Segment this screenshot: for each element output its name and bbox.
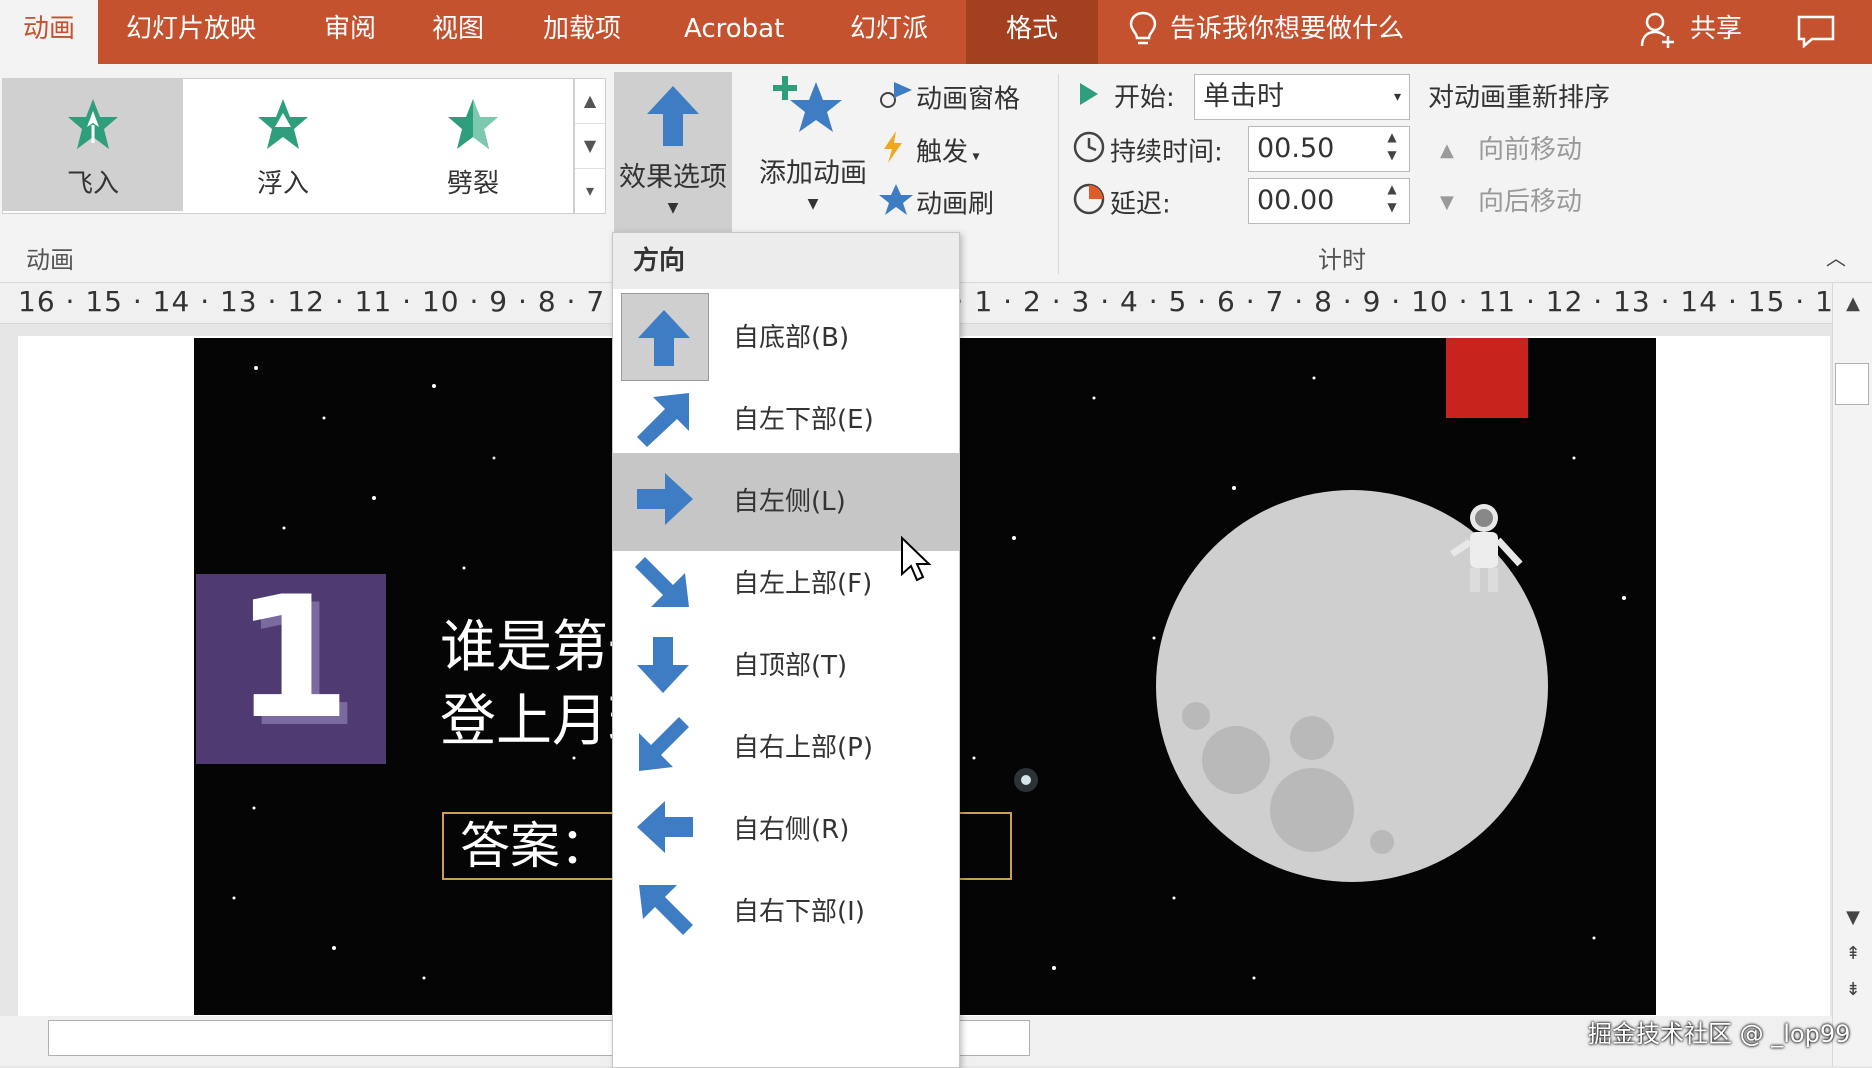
direction-menu: 方向 自底部(B) 自左下部(E) 自左侧(L) 自左上部(F) 自顶部(T) 自右上部(… [612,232,960,1068]
arrow-up-right-icon [621,375,709,463]
lightning-icon [878,130,916,176]
animation-gallery: 飞入 浮入 劈裂 [2,78,574,214]
arrow-down-icon [621,621,709,709]
move-earlier-button[interactable]: ▲ 向前移动 [1440,130,1582,170]
start-dropdown[interactable]: 单击时 ▾ [1194,74,1410,120]
direction-menu-header: 方向 [613,233,959,289]
person-add-icon [1640,12,1674,48]
duration-label: 持续时间: [1072,130,1223,170]
scroll-thumb[interactable] [1835,363,1869,405]
astronaut-illustration[interactable] [1448,502,1528,602]
clock-icon [1072,130,1110,176]
gallery-scroll-up[interactable]: ▲ [575,79,605,124]
add-star-icon [773,76,842,132]
add-animation-label: 添加动画 [759,158,867,189]
start-value: 单击时 [1203,81,1284,112]
chevron-down-icon: ▼ [807,196,819,212]
gallery-item-label: 浮入 [256,169,309,199]
arrow-up-left-icon [621,867,709,955]
trigger-label: 触发 [916,137,969,168]
direction-option-label: 自右下部(I) [733,897,865,927]
arrow-down-left-icon [621,703,709,791]
gallery-scroll: ▲ ▼ ▾ [574,78,606,214]
previous-slide-icon[interactable]: ⇞ [1833,943,1872,964]
group-label-animation: 动画 [26,246,74,274]
triangle-up-icon: ▲ [1440,139,1454,161]
duration-spinner[interactable]: ▲ ▼ [1382,128,1402,164]
arrow-left-icon [621,785,709,873]
ribbon-tab-bar: 动画 幻灯片放映 审阅 视图 加载项 Acrobat 幻灯派 格式 告诉我你想要… [0,0,1872,64]
scroll-up-icon[interactable]: ▲ [1833,293,1872,314]
chevron-down-icon: ▼ [667,200,679,216]
star-split-icon [448,99,498,149]
play-icon [1076,79,1114,119]
ribbon-separator [1058,74,1059,274]
gallery-item-label: 劈裂 [446,169,499,199]
slide-number-box[interactable]: 1 [196,560,386,764]
tab-animation[interactable]: 动画 [0,0,98,64]
reorder-title: 对动画重新排序 [1428,83,1611,113]
next-slide-icon[interactable]: ⇟ [1833,979,1872,1000]
slide-number: 1 [234,560,351,756]
mouse-cursor-icon [901,536,932,582]
tab-slideshow[interactable]: 幻灯片放映 [126,0,256,64]
scroll-down-icon[interactable]: ▼ [1833,907,1872,928]
add-animation-button[interactable]: 添加动画 ▼ [748,74,878,244]
arrow-right-icon [621,457,709,545]
gallery-scroll-down[interactable]: ▼ [575,124,605,169]
vertical-scrollbar[interactable]: ▲ ▼ ⇞ ⇟ [1832,283,1872,1066]
trigger-button[interactable]: 触发 ▾ [878,130,980,170]
animation-pane-button[interactable]: 动画窗格 [878,78,1020,118]
tab-review[interactable]: 审阅 [324,0,376,64]
star-float-in-icon [258,99,308,149]
answer-text: 答案： [460,817,610,875]
chevron-down-icon: ▾ [1393,89,1401,105]
tab-view[interactable]: 视图 [432,0,484,64]
star-fly-in-icon [68,99,118,149]
gallery-item-label: 飞入 [66,169,119,199]
animation-pane-label: 动画窗格 [916,84,1021,115]
move-later-button[interactable]: ▼ 向后移动 [1440,182,1582,222]
effect-options-button[interactable]: 效果选项 ▼ [614,72,732,242]
delay-value: 00.00 [1257,185,1335,216]
gallery-item-fly-in[interactable]: 飞入 [3,79,183,211]
animation-pane-icon [878,78,916,122]
effect-options-label: 效果选项 [619,162,727,193]
share-button[interactable]: 共享 [1690,0,1742,64]
lightbulb-icon [1129,11,1157,45]
gallery-item-split[interactable]: 劈裂 [383,79,563,211]
gallery-more[interactable]: ▾ [575,169,605,213]
arrow-down-right-icon [621,539,709,627]
collapse-ribbon-icon[interactable]: ︿ [1826,242,1846,271]
red-flag-shape[interactable] [1446,338,1528,418]
arrow-up-icon [621,293,709,381]
start-label: 开始: [1076,78,1175,118]
tab-addins[interactable]: 加载项 [543,0,621,64]
delay-label: 延迟: [1072,182,1171,222]
animation-painter-label: 动画刷 [916,189,995,220]
delay-clock-icon [1072,182,1110,228]
duration-value: 00.50 [1257,133,1335,164]
group-label-timing: 计时 [1318,246,1366,274]
tab-format[interactable]: 格式 [966,0,1098,64]
tell-me-search[interactable]: 告诉我你想要做什么 [1170,0,1404,64]
delay-spinner[interactable]: ▲ ▼ [1382,180,1402,216]
comment-icon[interactable] [1796,14,1836,48]
tab-slidepie[interactable]: 幻灯派 [850,0,928,64]
gallery-item-float-in[interactable]: 浮入 [193,79,373,211]
animation-painter-icon [878,182,916,228]
tab-acrobat[interactable]: Acrobat [684,0,784,64]
animation-painter-button[interactable]: 动画刷 [878,182,994,222]
direction-option[interactable]: 自右下部(I) [613,863,959,961]
arrow-up-icon [647,86,699,146]
triangle-down-icon: ▼ [1440,191,1454,213]
watermark: 掘金技术社区 @ _lop99 [1588,1020,1851,1048]
